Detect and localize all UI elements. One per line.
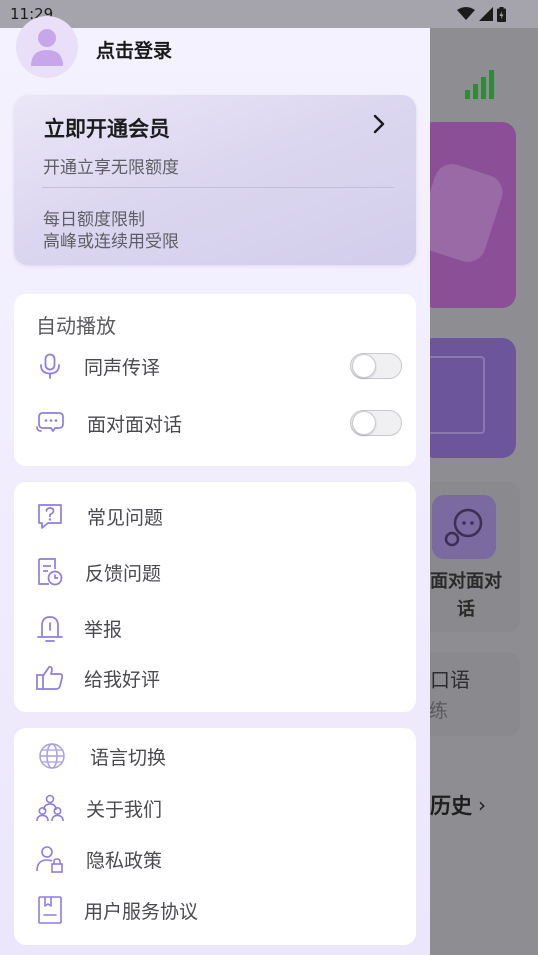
chevron-right-icon: › [478,793,486,817]
team-icon [34,792,66,824]
menu-item-label: 隐私政策 [86,849,163,872]
bg-chat-icon [432,495,496,559]
agreement-doc-icon [34,894,66,926]
autoplay-settings-card: 自动播放 同声传译 面对面对话 [14,294,416,466]
toggle-knob [352,354,376,378]
avatar[interactable] [16,16,78,78]
setting-label: 面对面对话 [87,413,183,436]
microphone-icon [34,350,66,382]
setting-row-simultaneous-interpretation: 同声传译 [14,344,416,388]
toggle-knob [352,411,376,435]
menu-item-faq[interactable]: 常见问题 [14,494,416,538]
divider [42,187,394,188]
menu-item-label: 关于我们 [86,798,163,821]
thumbs-up-icon [34,662,66,694]
login-link[interactable]: 点击登录 [96,36,172,63]
signal-bars-icon [465,70,494,99]
setting-label: 同声传译 [84,356,161,379]
vip-subtitle: 开通立享无限额度 [43,158,179,178]
menu-item-language[interactable]: 语言切换 [14,734,416,778]
bg-scan-frame-icon [425,356,485,434]
navigation-drawer: 立即开通会员 开通立享无限额度 每日额度限制 高峰或连续用受限 自动播放 同声传… [0,0,430,955]
vip-note-line2: 高峰或连续用受限 [43,232,179,252]
privacy-user-lock-icon [34,843,66,875]
menu-item-user-agreement[interactable]: 用户服务协议 [14,888,416,932]
menu-item-report[interactable]: 举报 [14,606,416,650]
menu-item-label: 语言切换 [90,746,167,769]
status-icons [457,6,506,22]
user-icon [31,29,63,66]
menu-item-label: 常见问题 [87,506,164,529]
bg-history-label: 历史 [430,794,472,818]
menu-item-privacy-policy[interactable]: 隐私政策 [14,837,416,881]
simultaneous-interpretation-toggle[interactable] [350,353,402,379]
menu-item-label: 举报 [84,618,123,641]
setting-row-face-to-face: 面对面对话 [14,401,416,445]
chevron-right-icon [373,114,385,134]
globe-icon [36,740,68,772]
status-bar: 11:29 [0,0,538,28]
vip-title: 立即开通会员 [44,117,170,141]
wifi-icon [457,7,475,20]
question-icon [34,500,66,532]
chat-bubbles-icon [34,407,66,439]
face-to-face-toggle[interactable] [350,410,402,436]
alert-bell-icon [34,612,66,644]
menu-item-label: 反馈问题 [85,562,162,585]
battery-icon [497,6,506,22]
menu-item-label: 用户服务协议 [84,900,199,923]
menu-item-label: 给我好评 [84,668,161,691]
vip-membership-card[interactable]: 立即开通会员 开通立享无限额度 每日额度限制 高峰或连续用受限 [14,95,416,265]
menu-item-about-us[interactable]: 关于我们 [14,786,416,830]
about-menu-card: 语言切换 关于我们 隐私政策 用户服务协议 [14,728,416,945]
feedback-icon [34,556,66,588]
section-title-autoplay: 自动播放 [36,314,116,338]
menu-item-rate-us[interactable]: 给我好评 [14,656,416,700]
help-menu-card: 常见问题 反馈问题 举报 给我好评 [14,482,416,712]
cell-signal-icon [479,7,493,21]
menu-item-feedback[interactable]: 反馈问题 [14,550,416,594]
bg-chat-label: 面对面对话 [430,571,502,620]
